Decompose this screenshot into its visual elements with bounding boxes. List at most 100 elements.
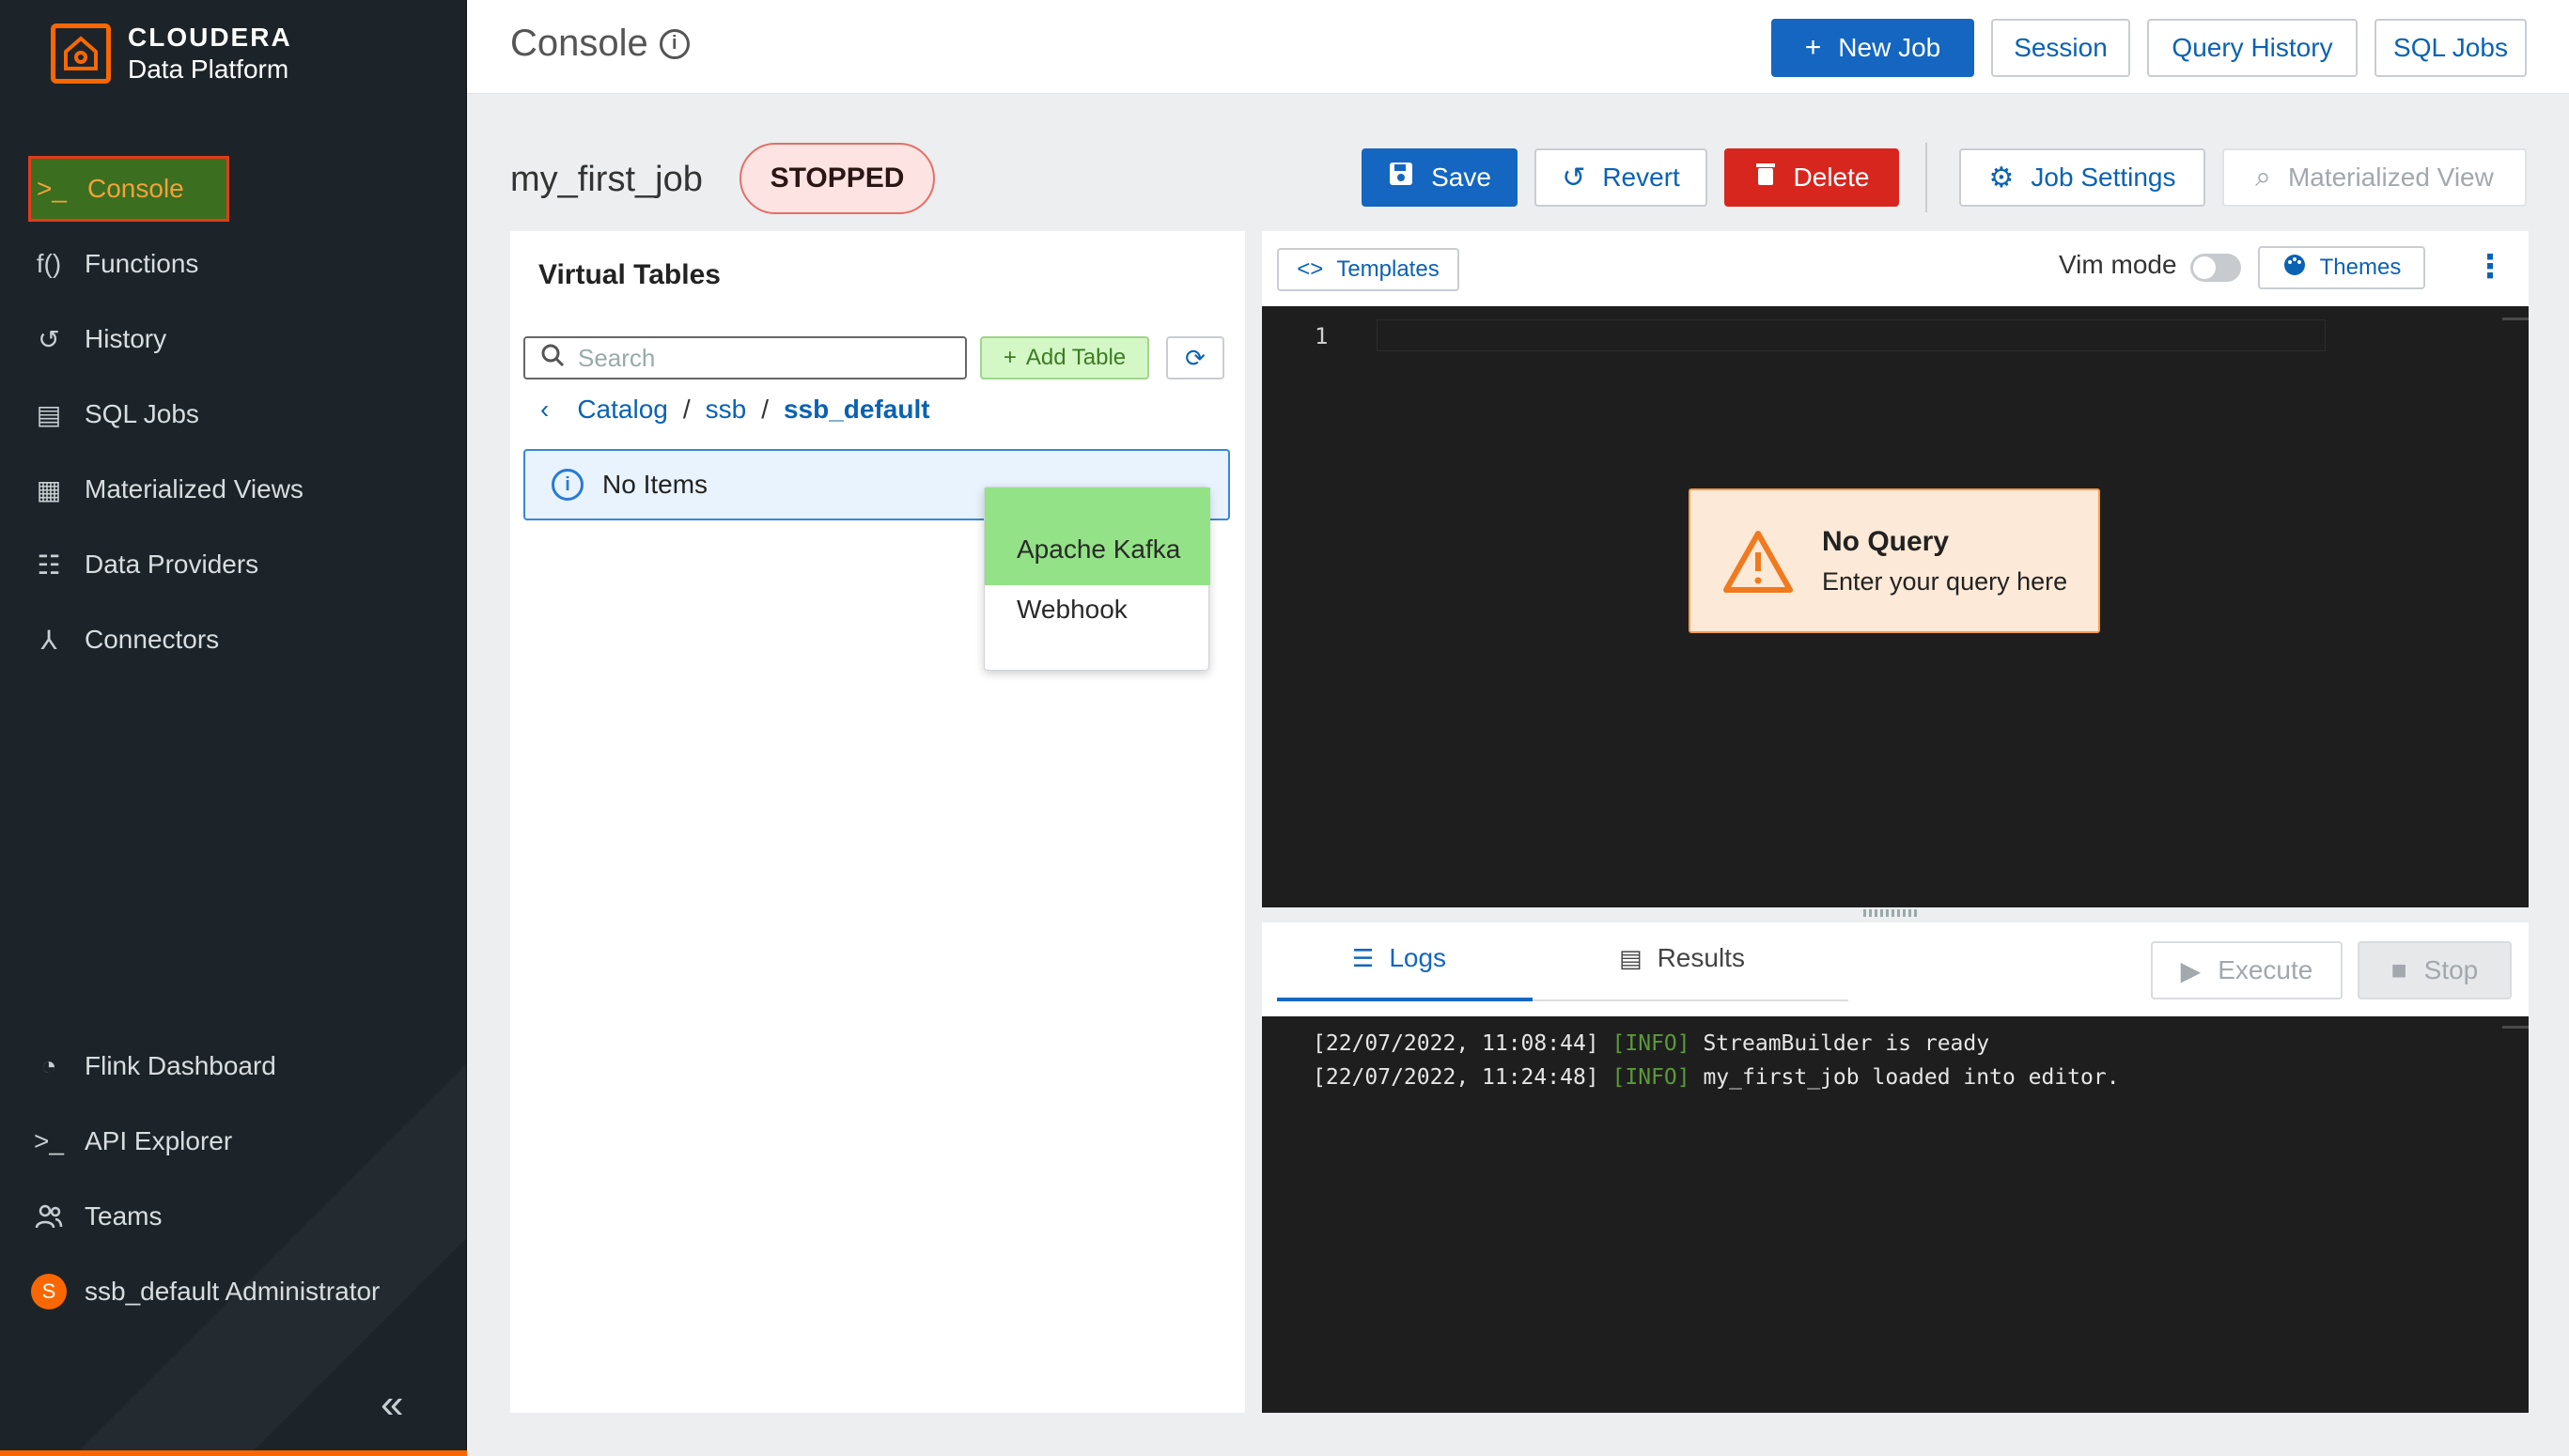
sidebar-item-connectors[interactable]: ⅄ Connectors	[28, 607, 442, 673]
sidebar-item-data-providers[interactable]: ☷ Data Providers	[28, 532, 442, 597]
search-input[interactable]: Search	[523, 336, 967, 379]
sidebar-item-label: SQL Jobs	[85, 399, 199, 428]
breadcrumb-catalog[interactable]: Catalog	[577, 395, 668, 425]
avatar: S	[31, 1274, 67, 1309]
add-table-button[interactable]: + Add Table	[980, 336, 1149, 379]
data-providers-icon: ☷	[37, 550, 61, 580]
topbar: Console i + New Job Session Query Histor…	[467, 0, 2569, 94]
sidebar-item-label: Teams	[85, 1201, 163, 1231]
delete-button[interactable]: Delete	[1724, 148, 1899, 207]
sidebar-item-api-explorer[interactable]: >_ API Explorer	[28, 1108, 442, 1174]
active-tab-indicator	[1277, 998, 1533, 1001]
history-icon: ↺	[38, 324, 60, 354]
connectors-icon: ⅄	[40, 625, 57, 655]
palette-icon	[2282, 253, 2307, 284]
materialized-view-button[interactable]: ⌕ Materialized View	[2222, 148, 2527, 207]
search-placeholder: Search	[578, 343, 656, 372]
save-button[interactable]: Save	[1362, 148, 1518, 207]
dropdown-item-webhook[interactable]: Webhook	[1017, 595, 1128, 625]
resize-handle[interactable]	[1863, 909, 1920, 917]
more-options-icon[interactable]: ⋮	[2474, 248, 2506, 286]
list-icon: ☰	[1352, 943, 1375, 972]
no-query-title: No Query	[1822, 526, 1950, 557]
search-icon	[540, 343, 565, 374]
sidebar-item-console[interactable]: >_ Console	[28, 156, 229, 222]
collapse-sidebar-icon[interactable]: «	[381, 1381, 403, 1428]
brand-product: Data Platform	[128, 54, 289, 84]
sidebar-item-label: API Explorer	[85, 1126, 233, 1155]
tab-logs[interactable]: ☰ Logs	[1352, 943, 1446, 973]
logs-scrollbar[interactable]	[2502, 1026, 2529, 1029]
trash-icon	[1754, 161, 1777, 194]
breadcrumb: ‹ Catalog / ssb / ssb_default	[540, 395, 930, 425]
breadcrumb-ssb[interactable]: ssb	[706, 395, 747, 425]
sidebar-item-flink-dashboard[interactable]: ◔ Flink Dashboard	[28, 1033, 442, 1099]
editor-scrollbar[interactable]	[2502, 318, 2529, 320]
gear-icon: ⚙	[1988, 162, 2015, 194]
line-number: 1	[1315, 323, 1329, 349]
sidebar-item-label: Data Providers	[85, 550, 259, 579]
templates-button[interactable]: <> Templates	[1277, 248, 1459, 291]
no-items-text: No Items	[602, 470, 708, 499]
brand[interactable]: CLOUDERA Data Platform	[51, 23, 292, 85]
brand-name: CLOUDERA	[128, 23, 292, 52]
page-title: Console i	[510, 23, 690, 65]
function-icon: f()	[36, 249, 62, 278]
status-badge: STOPPED	[740, 143, 935, 214]
query-history-button[interactable]: Query History	[2147, 19, 2358, 77]
sidebar-item-history[interactable]: ↺ History	[28, 306, 442, 372]
log-line: [22/07/2022, 11:08:44] [INFO] StreamBuil…	[1313, 1031, 1990, 1056]
sql-jobs-button[interactable]: SQL Jobs	[2374, 19, 2527, 77]
no-query-warning: No Query Enter your query here	[1689, 488, 2100, 633]
workspace: my_first_job STOPPED Save ↺ Revert Delet…	[467, 94, 2569, 1456]
dashboard-icon: ◔	[40, 1051, 57, 1080]
terminal-icon: >_	[34, 1126, 64, 1155]
log-line: [22/07/2022, 11:24:48] [INFO] my_first_j…	[1313, 1065, 2120, 1090]
sidebar-user[interactable]: S ssb_default Administrator	[28, 1259, 442, 1324]
execute-button[interactable]: ▶ Execute	[2151, 941, 2343, 999]
logs-panel: ☰ Logs ▤ Results ▶ Execute ■ Stop [22/07…	[1262, 922, 2529, 1413]
dropdown-item-apache-kafka[interactable]: Apache Kafka	[1017, 534, 1180, 565]
editor-current-line[interactable]	[1377, 319, 2326, 351]
sidebar-item-label: Materialized Views	[85, 474, 304, 503]
table-icon: ▤	[1619, 943, 1643, 972]
page-title-text: Console	[510, 23, 648, 64]
sql-editor-panel: <> Templates Vim mode Themes ⋮ 1 No Quer…	[1262, 231, 2529, 907]
play-icon: ▶	[2180, 955, 2202, 985]
themes-button[interactable]: Themes	[2258, 246, 2425, 289]
revert-button[interactable]: ↺ Revert	[1534, 148, 1707, 207]
job-name: my_first_job	[510, 160, 703, 199]
session-button[interactable]: Session	[1991, 19, 2130, 77]
cloudera-logo-icon	[51, 23, 111, 84]
tab-results[interactable]: ▤ Results	[1619, 943, 1745, 973]
breadcrumb-ssb-default[interactable]: ssb_default	[784, 395, 930, 425]
revert-icon: ↺	[1562, 162, 1586, 194]
sidebar-item-label: Connectors	[85, 625, 220, 654]
virtual-tables-title: Virtual Tables	[538, 259, 721, 290]
job-settings-button[interactable]: ⚙ Job Settings	[1959, 148, 2205, 207]
sql-jobs-icon: ▤	[36, 399, 62, 429]
plus-icon: +	[1804, 32, 1822, 63]
info-icon[interactable]: i	[659, 28, 690, 59]
warning-icon	[1723, 531, 1793, 593]
sidebar-item-teams[interactable]: Teams	[28, 1184, 442, 1249]
vim-mode-toggle[interactable]	[2190, 254, 2241, 282]
refresh-icon[interactable]: ⟳	[1166, 336, 1224, 379]
sidebar-item-functions[interactable]: f() Functions	[28, 231, 442, 297]
add-table-dropdown: Apache Kafka Webhook	[984, 487, 1210, 671]
sidebar: CLOUDERA Data Platform >_ Console f() Fu…	[0, 0, 467, 1456]
stop-button[interactable]: ■ Stop	[2358, 941, 2512, 999]
sidebar-item-materialized-views[interactable]: ▦ Materialized Views	[28, 457, 442, 522]
sidebar-item-label: Functions	[85, 249, 199, 278]
new-job-button[interactable]: + New Job	[1771, 19, 1974, 77]
sidebar-item-label: Console	[87, 174, 184, 203]
no-query-subtitle: Enter your query here	[1822, 567, 2068, 596]
sidebar-item-label: History	[85, 324, 167, 353]
logs-toolbar: ☰ Logs ▤ Results ▶ Execute ■ Stop	[1262, 922, 2529, 1016]
materialized-view-icon: ⌕	[2255, 162, 2271, 193]
back-chevron-icon[interactable]: ‹	[540, 395, 549, 425]
editor-toolbar: <> Templates Vim mode Themes ⋮	[1262, 231, 2529, 306]
plus-icon: +	[1003, 345, 1017, 370]
user-label: ssb_default Administrator	[85, 1277, 381, 1306]
sidebar-item-sql-jobs[interactable]: ▤ SQL Jobs	[28, 381, 442, 447]
